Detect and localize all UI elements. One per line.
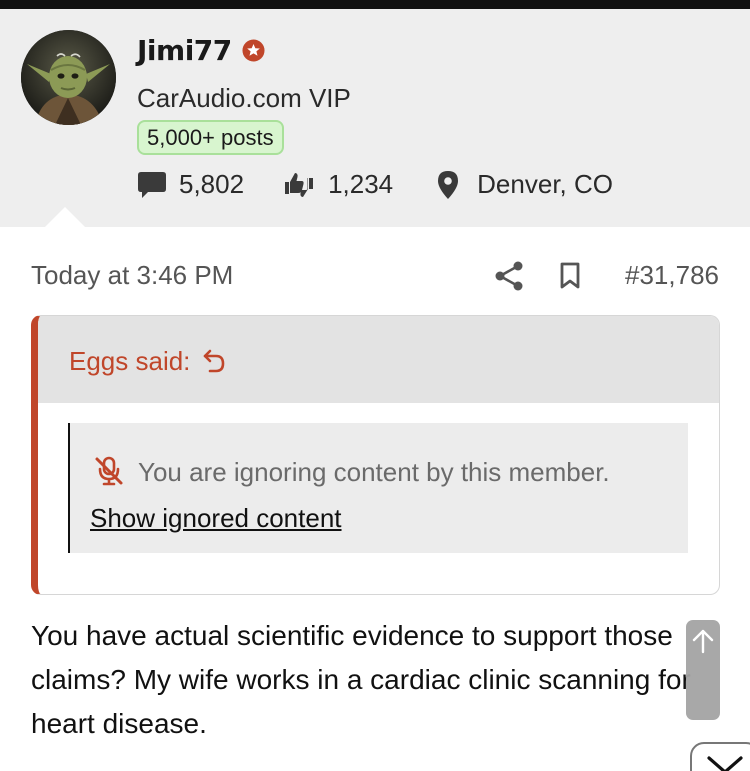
username[interactable]: Jimi77 [137,34,232,67]
post-meta: Today at 3:46 PM #31,786 [31,258,721,294]
speech-bubble-icon [138,171,166,198]
user-title: CarAudio.com VIP [137,83,351,113]
map-pin-icon [438,170,459,199]
quote-attribution[interactable]: Eggs said: [69,346,190,377]
message-count-value: 5,802 [179,169,245,199]
reaction-score[interactable]: 1,234 [282,169,393,200]
muted-mic-icon [95,456,123,486]
location-value: Denver, CO [477,169,613,199]
quote-header: Eggs said: [38,316,719,403]
show-ignored-content-link[interactable]: Show ignored content [90,503,342,533]
quote-block: Eggs said: You are ignoring content by t… [31,315,720,595]
message-count[interactable]: 5,802 [137,169,244,200]
scroll-to-top-button[interactable] [686,620,720,720]
post-pointer [45,207,85,227]
posts-badge: 5,000+ posts [137,120,284,155]
chevron-down-icon [707,756,743,771]
share-icon[interactable] [494,260,524,292]
user-location[interactable]: Denver, CO [437,169,613,200]
user-header: Jimi77 CarAudio.com VIP 5,000+ posts 5,8… [0,9,750,227]
post-date[interactable]: Today at 3:46 PM [31,260,233,291]
star-badge-icon [242,39,265,62]
return-arrow-icon[interactable] [202,349,226,375]
bookmark-icon[interactable] [559,262,581,290]
arrow-up-icon [692,629,714,654]
user-stats: 5,802 1,234 Denver, CO [137,169,613,200]
top-bar [0,0,750,9]
avatar[interactable] [21,30,116,125]
ignored-message: You are ignoring content by this member. [138,457,610,487]
scroll-to-bottom-button[interactable] [690,742,750,771]
thumbs-icon [285,172,314,197]
post-number[interactable]: #31,786 [625,260,719,291]
ignored-content-notice: You are ignoring content by this member.… [68,423,688,553]
reaction-score-value: 1,234 [328,169,394,199]
post-body: You have actual scientific evidence to s… [31,620,691,739]
